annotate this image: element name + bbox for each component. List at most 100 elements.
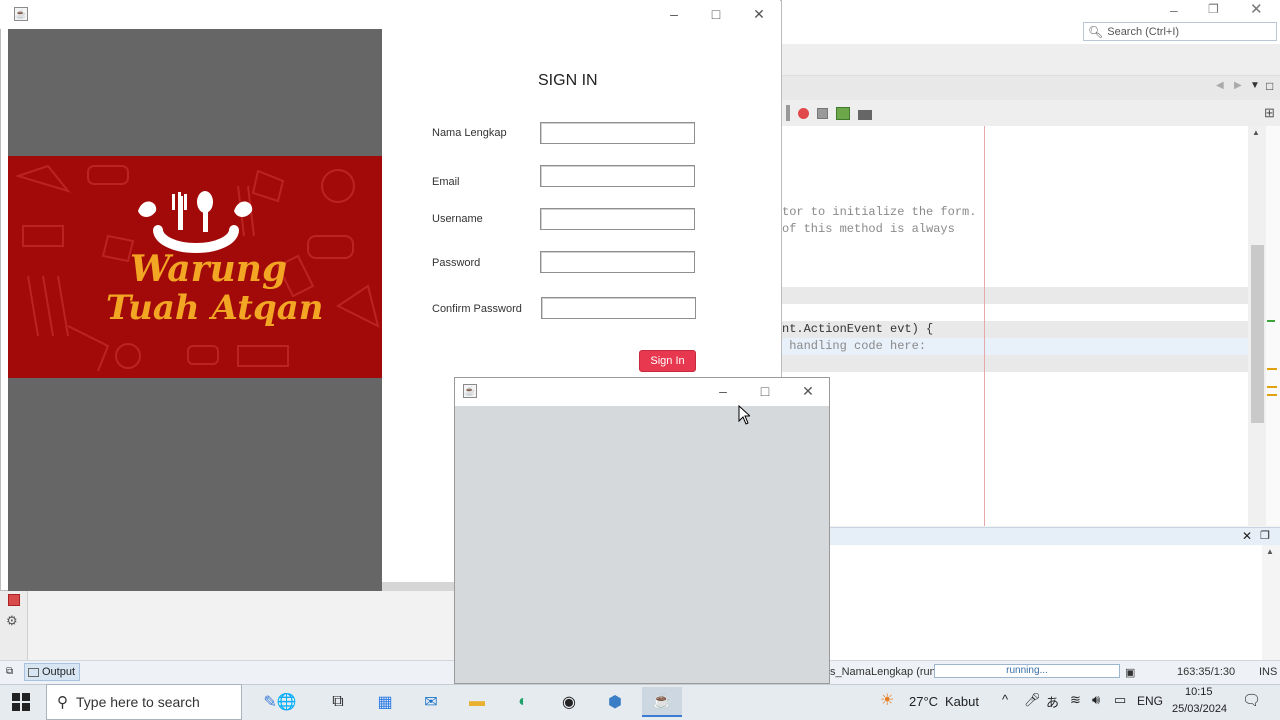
clock-date[interactable]: 25/03/2024 <box>1172 703 1227 715</box>
notification-center-icon[interactable]: 🗨 <box>1242 691 1261 709</box>
java-app-icon: ☕ <box>14 7 28 21</box>
editor-margin-line <box>984 126 985 526</box>
banner-title-line2: Tuah Atqan <box>106 288 324 328</box>
output-tab[interactable]: Output <box>24 663 80 681</box>
empty-window-titlebar[interactable]: ☕ – □ ✕ <box>455 378 829 406</box>
fork-spoon-icon <box>138 191 253 253</box>
scroll-up-icon[interactable]: ▲ <box>1266 547 1274 556</box>
nama-lengkap-input[interactable] <box>540 122 695 144</box>
password-input[interactable] <box>540 251 695 273</box>
output-tab-label: Output <box>42 666 76 678</box>
weather-temp[interactable]: 27°C <box>909 694 938 709</box>
username-input[interactable] <box>540 208 695 230</box>
taskbar-search-box[interactable]: ⚲ Type here to search <box>46 684 242 720</box>
scroll-up-icon[interactable]: ▲ <box>1252 128 1260 137</box>
sign-in-button-label: Sign In <box>650 355 685 367</box>
ide-editor-toolbar: ⊞ <box>782 100 1280 126</box>
code-highlight-band <box>782 355 1248 372</box>
code-line: of this method is always <box>782 222 955 236</box>
wifi-icon[interactable]: ≋ <box>1070 692 1081 708</box>
minimize-icon[interactable]: – <box>713 382 733 400</box>
status-notification-icon[interactable]: ▣ <box>1125 666 1135 679</box>
signin-window-titlebar[interactable]: ☕ – □ ✕ <box>0 0 780 29</box>
tab-maximize-icon[interactable]: □ <box>1266 79 1273 93</box>
tab-scroll-left-icon[interactable]: ◀ <box>1216 80 1224 91</box>
signin-title: SIGN IN <box>538 72 598 89</box>
tab-scroll-right-icon[interactable]: ▶ <box>1234 80 1242 91</box>
taskbar-search-placeholder: Type here to search <box>76 694 200 710</box>
confirm-password-input[interactable] <box>541 297 696 319</box>
error-stripe <box>1266 126 1280 526</box>
file-explorer-icon[interactable]: ▬ <box>464 690 490 714</box>
editor-scroll-thumb[interactable] <box>1251 245 1264 423</box>
error-stripe-mark[interactable] <box>1267 386 1277 388</box>
close-icon[interactable]: ✕ <box>798 382 818 400</box>
ide-menu-strip <box>782 44 1280 76</box>
output-settings-icon[interactable]: ⚙ <box>6 613 18 629</box>
search-highlight-icon[interactable]: ✎🌐 <box>252 690 308 714</box>
microsoft-store-icon[interactable]: ▦ <box>372 690 398 714</box>
warung-logo-banner: Warung Tuah Atqan <box>8 156 382 378</box>
start-task-icon[interactable] <box>836 106 850 120</box>
weather-desc[interactable]: Kabut <box>945 694 979 709</box>
error-stripe-mark[interactable] <box>1267 368 1277 370</box>
microphone-icon[interactable]: 🎤︎ <box>1024 692 1041 708</box>
output-minimize-icon[interactable]: ⧉ <box>6 666 13 677</box>
email-input[interactable] <box>540 165 695 187</box>
mouse-cursor-icon <box>738 405 750 425</box>
ide-restore-icon[interactable]: ❐ <box>1208 2 1219 16</box>
ide-minimize-icon[interactable]: – <box>1170 2 1178 18</box>
code-line: handling code here: <box>782 339 927 353</box>
run-progress-bar[interactable]: running... <box>934 664 1120 678</box>
battery-icon[interactable]: ▭ <box>1114 692 1126 708</box>
signin-horizontal-scrollbar[interactable] <box>382 582 454 591</box>
close-output-icon[interactable]: ✕ <box>1242 529 1252 543</box>
volume-icon[interactable]: 🔊︎ <box>1092 692 1100 708</box>
obs-studio-icon[interactable]: ◉ <box>556 690 582 714</box>
restore-output-icon[interactable]: ❐ <box>1260 529 1270 542</box>
mail-icon[interactable]: ✉ <box>418 690 444 714</box>
tab-list-icon[interactable]: ▼ <box>1250 80 1260 91</box>
minimize-icon[interactable]: – <box>664 5 684 23</box>
output-panel[interactable]: ▲ <box>782 545 1280 660</box>
output-window-icon <box>28 667 39 677</box>
finish-task-icon[interactable] <box>858 110 872 120</box>
stop-macro-icon[interactable] <box>817 107 828 119</box>
java-app-taskbar-icon[interactable]: ☕ <box>642 687 682 717</box>
ime-icon[interactable]: あ <box>1046 692 1059 711</box>
close-icon[interactable]: ✕ <box>749 5 769 23</box>
output-panel-header: ✕ ❐ <box>782 527 1280 545</box>
sign-in-button[interactable]: Sign In <box>639 350 696 372</box>
field-label-email: Email <box>432 176 460 188</box>
output-scrollbar[interactable]: ▲ <box>1262 545 1280 660</box>
field-label-username: Username <box>432 213 483 225</box>
stop-process-icon[interactable] <box>8 594 20 606</box>
ide-close-icon[interactable]: ✕ <box>1250 0 1263 18</box>
ide-search-placeholder: Search (Ctrl+I) <box>1107 25 1180 38</box>
language-indicator[interactable]: ENG <box>1137 694 1163 708</box>
netbeans-icon[interactable]: ⬢ <box>602 690 628 714</box>
error-stripe-mark[interactable] <box>1267 394 1277 396</box>
field-label-nama-lengkap: Nama Lengkap <box>432 127 507 139</box>
field-label-confirm-password: Confirm Password <box>432 303 522 315</box>
windows-start-icon[interactable] <box>12 693 30 711</box>
record-macro-icon[interactable] <box>798 107 809 119</box>
clock-time[interactable]: 10:15 <box>1185 686 1213 698</box>
status-mode: INS <box>1259 666 1278 678</box>
task-view-icon[interactable]: ⧉ <box>325 690 351 714</box>
edge-browser-icon[interactable]: ◐ <box>510 690 536 714</box>
weather-icon[interactable]: ☀ <box>880 690 894 710</box>
ide-search-input[interactable]: 🔍︎ Search (Ctrl+I) <box>1083 22 1277 41</box>
empty-window <box>454 377 830 684</box>
code-editor[interactable]: tor to initialize the form. of this meth… <box>782 126 1248 526</box>
code-line: nt.ActionEvent evt) { <box>782 322 934 336</box>
search-icon: ⚲ <box>57 694 68 711</box>
search-icon: 🔍︎ <box>1088 24 1104 39</box>
maximize-icon[interactable]: □ <box>706 5 726 23</box>
error-stripe-mark[interactable] <box>1267 320 1275 322</box>
code-highlight-band <box>782 287 1248 304</box>
code-line: tor to initialize the form. <box>782 205 977 219</box>
maximize-icon[interactable]: □ <box>755 382 775 400</box>
split-editor-icon[interactable]: ⊞ <box>1264 105 1275 121</box>
show-hidden-icons-icon[interactable]: ^ <box>1002 692 1008 707</box>
